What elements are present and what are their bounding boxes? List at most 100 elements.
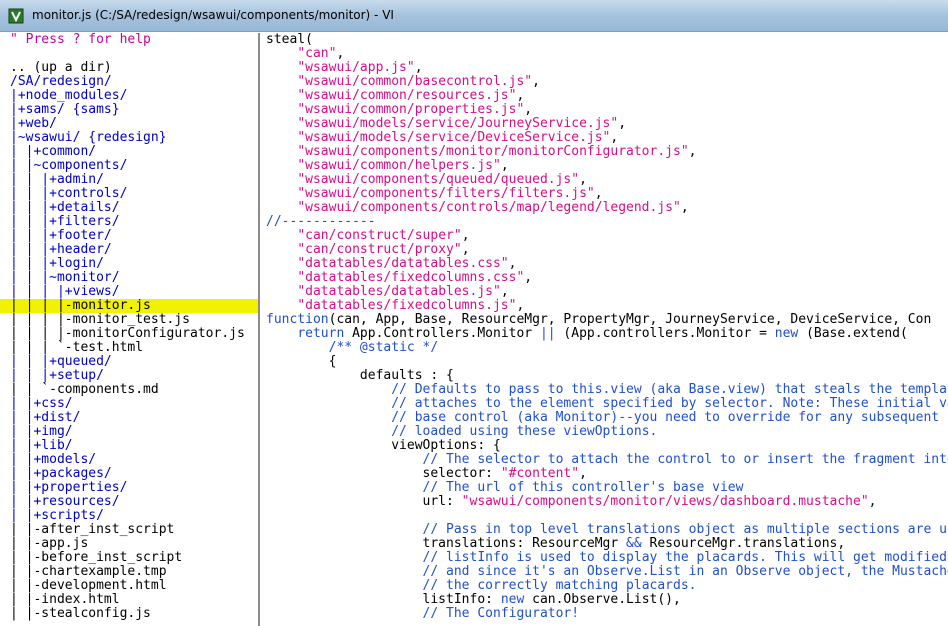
tree-item[interactable]: | |+lib/ [0, 439, 258, 453]
tree-item[interactable]: | | |+admin/ [0, 173, 258, 187]
code-line[interactable]: // base control (aka Monitor)--you need … [262, 411, 948, 425]
code-line[interactable]: "wsawui/components/controls/map/legend/l… [262, 201, 948, 215]
tree-item[interactable]: | |+css/ [0, 397, 258, 411]
code-line[interactable]: // Defaults to pass to this.view (aka Ba… [262, 383, 948, 397]
code-buffer[interactable]: steal( "can", "wsawui/app.js", "wsawui/c… [262, 33, 948, 626]
nerdtree-file-explorer[interactable]: " Press ? for help .. (up a dir)/SA/redes… [0, 33, 260, 626]
tree-item[interactable]: | | | |+views/ [0, 285, 258, 299]
code-token: , [524, 102, 533, 117]
tree-item[interactable]: | |-stealconfig.js [0, 607, 258, 621]
code-line[interactable]: // loaded using these viewOptions. [262, 425, 948, 439]
tree-item[interactable]: | | |+login/ [0, 257, 258, 271]
code-line[interactable]: // The selector to attach the control to… [262, 453, 948, 467]
code-token: (can, App, Base, ResourceMgr, PropertyMg… [328, 312, 932, 327]
tree-item[interactable]: | |+img/ [0, 425, 258, 439]
code-token: "wsawui/common/resources.js" [297, 88, 517, 103]
tree-item[interactable]: | |+properties/ [0, 481, 258, 495]
tree-item[interactable]: | | |+footer/ [0, 229, 258, 243]
tree-item[interactable]: | | |+queued/ [0, 355, 258, 369]
tree-item[interactable]: | |-development.html [0, 579, 258, 593]
code-line[interactable]: "wsawui/common/helpers.js", [262, 159, 948, 173]
tree-item[interactable]: | |-index.html [0, 593, 258, 607]
tree-item[interactable]: | | `-components.md [0, 383, 258, 397]
tree-item[interactable]: | |-chartexample.tmp [0, 565, 258, 579]
code-token: new [774, 326, 799, 341]
code-token: selector: [266, 466, 501, 481]
code-line[interactable]: "datatables/fixedcolumns.js", [262, 299, 948, 313]
code-line[interactable]: translations: ResourceMgr && ResourceMgr… [262, 537, 948, 551]
code-line[interactable]: // and since it's an Observe.List in an … [262, 565, 948, 579]
code-line[interactable]: // Pass in top level translations object… [262, 523, 948, 537]
code-line[interactable]: viewOptions: { [262, 439, 948, 453]
code-line[interactable]: listInfo: new can.Observe.List(), [262, 593, 948, 607]
code-line[interactable]: "wsawui/common/basecontrol.js", [262, 75, 948, 89]
code-line[interactable]: "wsawui/components/filters/filters.js", [262, 187, 948, 201]
tree-item[interactable]: | | |+filters/ [0, 215, 258, 229]
tree-item[interactable]: | | |+setup/ [0, 369, 258, 383]
code-line[interactable]: "datatables/datatables.css", [262, 257, 948, 271]
code-line[interactable]: //------------ [262, 215, 948, 229]
code-line[interactable]: "datatables/fixedcolumns.css", [262, 271, 948, 285]
tree-item[interactable]: /SA/redesign/ [0, 75, 258, 89]
tree-item[interactable]: | |~components/ [0, 159, 258, 173]
code-line[interactable]: defaults : { [262, 369, 948, 383]
code-line[interactable]: steal( [262, 33, 948, 47]
code-token: "datatables/fixedcolumns.js" [297, 298, 517, 313]
code-line[interactable]: // listInfo is used to display the placa… [262, 551, 948, 565]
code-token: can.Observe.List(), [524, 592, 681, 607]
code-line[interactable]: return App.Controllers.Monitor || (App.c… [262, 327, 948, 341]
tree-item[interactable]: | | |~monitor/ [0, 271, 258, 285]
code-line[interactable] [262, 509, 948, 523]
tree-item[interactable]: | |-after_inst_script [0, 523, 258, 537]
code-line[interactable]: // attaches to the element specified by … [262, 397, 948, 411]
tree-item[interactable]: | | |+controls/ [0, 187, 258, 201]
code-line[interactable]: function(can, App, Base, ResourceMgr, Pr… [262, 313, 948, 327]
code-line[interactable]: "wsawui/app.js", [262, 61, 948, 75]
tree-item[interactable]: | | | `-test.html [0, 341, 258, 355]
tree-item[interactable]: |+node_modules/ [0, 89, 258, 103]
tree-item[interactable]: | |+resources/ [0, 495, 258, 509]
tree-item[interactable]: | |+scripts/ [0, 509, 258, 523]
code-line[interactable]: "wsawui/components/queued/queued.js", [262, 173, 948, 187]
tree-item[interactable]: | |+packages/ [0, 467, 258, 481]
code-line[interactable]: /** @static */ [262, 341, 948, 355]
code-line[interactable]: "can/construct/super", [262, 229, 948, 243]
tree-item[interactable]: |~wsawui/ {redesign} [0, 131, 258, 145]
code-token: (Base.extend( [798, 326, 908, 341]
tree-item[interactable]: .. (up a dir) [0, 61, 258, 75]
code-line[interactable]: "wsawui/models/service/DeviceService.js"… [262, 131, 948, 145]
title-bar[interactable]: monitor.js (C:/SA/redesign/wsawui/compon… [0, 0, 948, 32]
code-line[interactable]: "wsawui/models/service/JourneyService.js… [262, 117, 948, 131]
code-line[interactable]: { [262, 355, 948, 369]
tree-item[interactable]: | | |+details/ [0, 201, 258, 215]
tree-item[interactable]: | | | |-monitorConfigurator.js [0, 327, 258, 341]
code-line[interactable]: "can/construct/proxy", [262, 243, 948, 257]
tree-item[interactable]: | |+common/ [0, 145, 258, 159]
code-line[interactable]: // The url of this controller's base vie… [262, 481, 948, 495]
tree-item-selected[interactable]: | | | |-monitor.js [0, 299, 258, 313]
tree-item[interactable]: | |+dist/ [0, 411, 258, 425]
code-line[interactable]: url: "wsawui/components/monitor/views/da… [262, 495, 948, 509]
code-line[interactable]: "wsawui/components/monitor/monitorConfig… [262, 145, 948, 159]
tree-item[interactable]: |+web/ [0, 117, 258, 131]
code-token: viewOptions: { [266, 438, 501, 453]
code-line[interactable]: "wsawui/common/resources.js", [262, 89, 948, 103]
code-line[interactable]: selector: "#content", [262, 467, 948, 481]
tree-item[interactable]: | |-app.js [0, 537, 258, 551]
tree-item[interactable]: | | |+header/ [0, 243, 258, 257]
tree-item[interactable] [0, 47, 258, 61]
code-line[interactable]: // the correctly matching placards. [262, 579, 948, 593]
code-line[interactable]: // The Configurator! [262, 607, 948, 621]
code-line[interactable]: "wsawui/common/properties.js", [262, 103, 948, 117]
tree-item[interactable]: | | | |-monitor_test.js [0, 313, 258, 327]
code-line[interactable]: "can", [262, 47, 948, 61]
tree-item[interactable]: | |+models/ [0, 453, 258, 467]
tree-item[interactable]: |+sams/ {sams} [0, 103, 258, 117]
code-line[interactable]: "datatables/datatables.js", [262, 285, 948, 299]
tree-item[interactable]: | |-before_inst_script [0, 551, 258, 565]
